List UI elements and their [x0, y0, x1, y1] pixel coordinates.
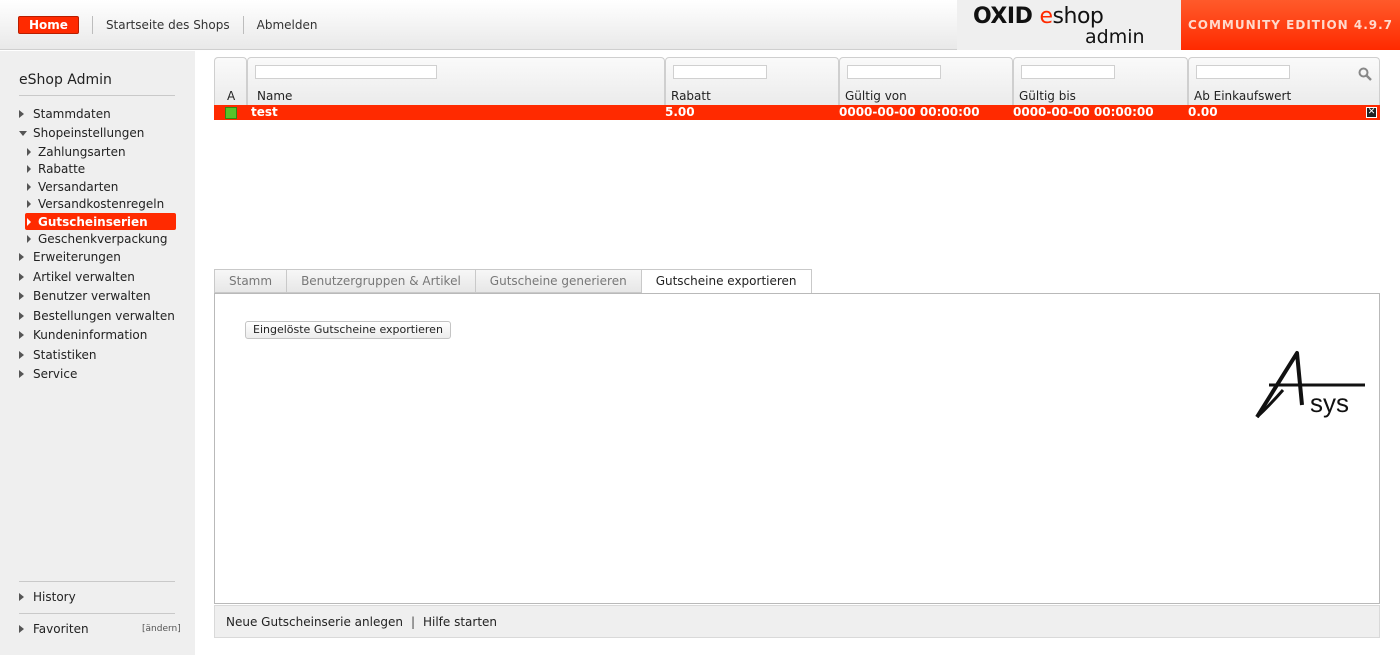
logo-wordmark: OXID eshop	[973, 4, 1104, 29]
table-row[interactable]: test 5.00 0000-00-00 00:00:00 0000-00-00…	[214, 105, 1380, 120]
chevron-right-icon	[19, 110, 24, 118]
filter-gueltig-von-input[interactable]	[847, 65, 941, 79]
filter-gueltig-bis-input[interactable]	[1021, 65, 1115, 79]
sidebar-item-stammdaten[interactable]: Stammdaten	[19, 107, 111, 121]
chevron-right-icon	[19, 351, 24, 359]
sidebar-subitem-gutscheinserien[interactable]: Gutscheinserien	[25, 213, 176, 230]
chevron-right-icon	[19, 292, 24, 300]
chevron-right-icon	[27, 147, 31, 156]
tab-stamm[interactable]: Stamm	[214, 269, 287, 293]
logo-admin-text: admin	[1085, 26, 1145, 48]
chevron-right-icon	[27, 182, 31, 191]
cell-ab-einkaufswert: 0.00	[1188, 105, 1218, 119]
chevron-down-icon	[19, 130, 27, 136]
column-header-name[interactable]: Name	[247, 57, 665, 105]
sidebar-item-statistiken[interactable]: Statistiken	[19, 348, 97, 362]
chevron-right-icon	[19, 273, 24, 281]
tab-panel: Eingelöste Gutscheine exportieren sys	[214, 293, 1380, 604]
sidebar-item-benutzer[interactable]: Benutzer verwalten	[19, 289, 151, 303]
sidebar-item-favoriten[interactable]: Favoriten	[19, 622, 89, 636]
search-icon[interactable]	[1358, 67, 1372, 81]
active-status-icon	[225, 107, 237, 119]
chevron-right-icon	[19, 312, 24, 320]
filter-einkaufswert-input[interactable]	[1196, 65, 1290, 79]
sidebar: eShop Admin Stammdaten Shopeinstellungen…	[0, 51, 195, 655]
column-header-rabatt[interactable]: Rabatt	[665, 57, 839, 105]
nav-divider	[91, 16, 93, 34]
sidebar-item-history[interactable]: History	[19, 590, 76, 604]
chevron-right-icon	[27, 199, 31, 208]
sidebar-divider	[19, 613, 175, 614]
table-header: A Name Rabatt Gültig von Gültig bis Ab E…	[214, 57, 1380, 105]
sidebar-subitem-versandarten[interactable]: Versandarten	[25, 178, 176, 195]
sidebar-item-kundeninformation[interactable]: Kundeninformation	[19, 328, 147, 342]
logo-sys-text: sys	[1310, 388, 1349, 418]
sidebar-item-service[interactable]: Service	[19, 367, 77, 381]
sidebar-subitem-rabatte[interactable]: Rabatte	[25, 160, 176, 177]
tab-gutscheine-generieren[interactable]: Gutscheine generieren	[474, 269, 641, 293]
new-voucher-series-link[interactable]: Neue Gutscheinserie anlegen	[226, 615, 403, 629]
sidebar-item-shopeinstellungen[interactable]: Shopeinstellungen	[19, 126, 144, 140]
export-redeemed-vouchers-button[interactable]: Eingelöste Gutscheine exportieren	[245, 321, 451, 339]
asys-logo: sys	[1255, 351, 1365, 419]
logout-link[interactable]: Abmelden	[257, 18, 318, 32]
column-header-ab-einkaufswert[interactable]: Ab Einkaufswert	[1188, 57, 1380, 105]
column-header-gueltig-von[interactable]: Gültig von	[839, 57, 1013, 105]
chevron-right-icon	[19, 625, 24, 633]
chevron-right-icon	[19, 370, 24, 378]
oxid-logo: OXID eshop admin	[957, 0, 1181, 50]
sidebar-divider	[19, 581, 175, 582]
chevron-right-icon	[27, 217, 31, 226]
tab-gutscheine-exportieren[interactable]: Gutscheine exportieren	[640, 269, 812, 294]
action-separator: |	[410, 614, 415, 629]
close-icon[interactable]: ✕	[1366, 107, 1377, 118]
sidebar-title: eShop Admin	[19, 72, 112, 88]
action-bar: Neue Gutscheinserie anlegen | Hilfe star…	[214, 605, 1380, 638]
edition-banner: COMMUNITY EDITION 4.9.7	[1181, 0, 1400, 50]
cell-rabatt: 5.00	[665, 105, 695, 119]
cell-name[interactable]: test	[251, 105, 278, 120]
chevron-right-icon	[19, 331, 24, 339]
tab-benutzergruppen-artikel[interactable]: Benutzergruppen & Artikel	[286, 269, 475, 293]
chevron-right-icon	[19, 593, 24, 601]
detail-tabs: Stamm Benutzergruppen & Artikel Gutschei…	[214, 269, 812, 294]
sidebar-item-artikel[interactable]: Artikel verwalten	[19, 270, 135, 284]
chevron-right-icon	[27, 164, 31, 173]
chevron-right-icon	[19, 253, 24, 261]
favoriten-edit-link[interactable]: [ändern]	[142, 624, 181, 634]
home-button[interactable]: Home	[18, 16, 79, 34]
column-header-gueltig-bis[interactable]: Gültig bis	[1013, 57, 1188, 105]
nav-divider	[242, 16, 244, 34]
cell-gueltig-von: 0000-00-00 00:00:00	[839, 105, 980, 119]
sidebar-item-bestellungen[interactable]: Bestellungen verwalten	[19, 309, 175, 323]
sidebar-divider	[19, 95, 175, 96]
sidebar-item-erweiterungen[interactable]: Erweiterungen	[19, 250, 121, 264]
filter-name-input[interactable]	[255, 65, 437, 79]
sidebar-subitem-zahlungsarten[interactable]: Zahlungsarten	[25, 143, 176, 160]
chevron-right-icon	[27, 234, 31, 243]
sidebar-subitem-versandkostenregeln[interactable]: Versandkostenregeln	[25, 195, 176, 212]
help-link[interactable]: Hilfe starten	[423, 615, 497, 629]
sidebar-subitem-geschenkverpackung[interactable]: Geschenkverpackung	[25, 230, 176, 247]
top-header: Home Startseite des Shops Abmelden OXID …	[0, 0, 1400, 50]
top-nav: Home Startseite des Shops Abmelden	[18, 16, 317, 34]
column-header-active: A	[214, 57, 247, 105]
cell-gueltig-bis: 0000-00-00 00:00:00	[1013, 105, 1154, 119]
filter-rabatt-input[interactable]	[673, 65, 767, 79]
shop-start-link[interactable]: Startseite des Shops	[106, 18, 230, 32]
